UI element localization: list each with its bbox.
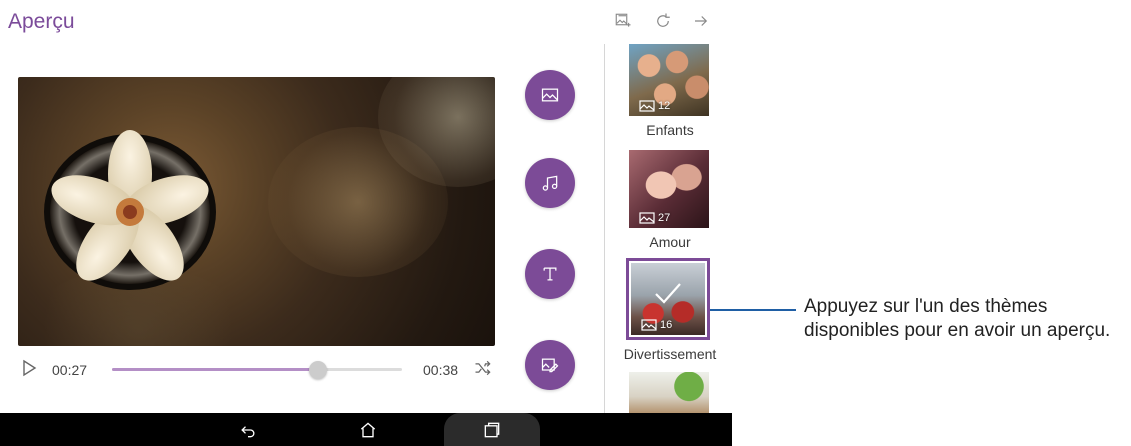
add-photo-icon[interactable]: [612, 10, 634, 32]
page-title: Aperçu: [8, 10, 75, 33]
home-icon[interactable]: [357, 419, 379, 441]
theme-thumbnail: 16: [631, 263, 705, 335]
arrow-right-icon[interactable]: [690, 10, 712, 32]
photo-count: 12: [639, 100, 670, 112]
slideshow-preview-screen: Aperçu 00:27 00:38 12 Enfants 27 Amour 1…: [0, 0, 732, 446]
refresh-icon[interactable]: [652, 10, 674, 32]
total-time: 00:38: [423, 362, 459, 378]
photo-icon: [641, 319, 657, 331]
theme-label: Amour: [649, 234, 691, 250]
edit-image-icon: [541, 358, 559, 373]
music-button[interactable]: [525, 158, 575, 208]
image-button[interactable]: [525, 70, 575, 120]
theme-thumbnail: 12: [629, 44, 709, 116]
theme-label: Divertissement: [623, 346, 717, 362]
theme-item-enfants[interactable]: 12 Enfants: [620, 44, 720, 144]
play-icon[interactable]: [22, 358, 38, 383]
panel-divider: [604, 44, 605, 414]
video-preview[interactable]: [18, 77, 495, 346]
callout-line: [710, 309, 796, 311]
flower-image: [44, 130, 216, 290]
shuffle-icon[interactable]: [473, 358, 493, 383]
edit-image-button[interactable]: [525, 340, 575, 390]
playback-controls: 00:27 00:38: [18, 356, 502, 382]
theme-label: Enfants: [646, 122, 694, 138]
photo-count: 16: [641, 319, 672, 331]
photo-icon: [639, 100, 655, 112]
theme-item-amour[interactable]: 27 Amour: [620, 150, 720, 250]
seek-bar-thumb[interactable]: [308, 361, 327, 379]
theme-thumbnail: [629, 372, 709, 413]
check-icon: [655, 283, 681, 304]
recent-apps-icon[interactable]: [481, 419, 503, 441]
theme-item-partial[interactable]: [620, 372, 720, 413]
photo-count: 27: [639, 212, 670, 224]
text-icon: [543, 267, 557, 281]
system-navigation-bar: [0, 413, 732, 446]
music-icon: [542, 175, 558, 191]
seek-bar-fill: [112, 368, 318, 371]
callout-text: Appuyez sur l'un des thèmes disponibles …: [804, 296, 1111, 341]
theme-item-divertissement[interactable]: 16 Divertissement: [620, 258, 720, 364]
image-icon: [541, 88, 559, 102]
current-time: 00:27: [52, 362, 88, 378]
text-button[interactable]: [525, 249, 575, 299]
theme-thumbnail: 27: [629, 150, 709, 228]
back-icon[interactable]: [237, 419, 259, 441]
photo-icon: [639, 212, 655, 224]
top-action-bar: [612, 10, 732, 32]
seek-bar[interactable]: [112, 361, 402, 379]
